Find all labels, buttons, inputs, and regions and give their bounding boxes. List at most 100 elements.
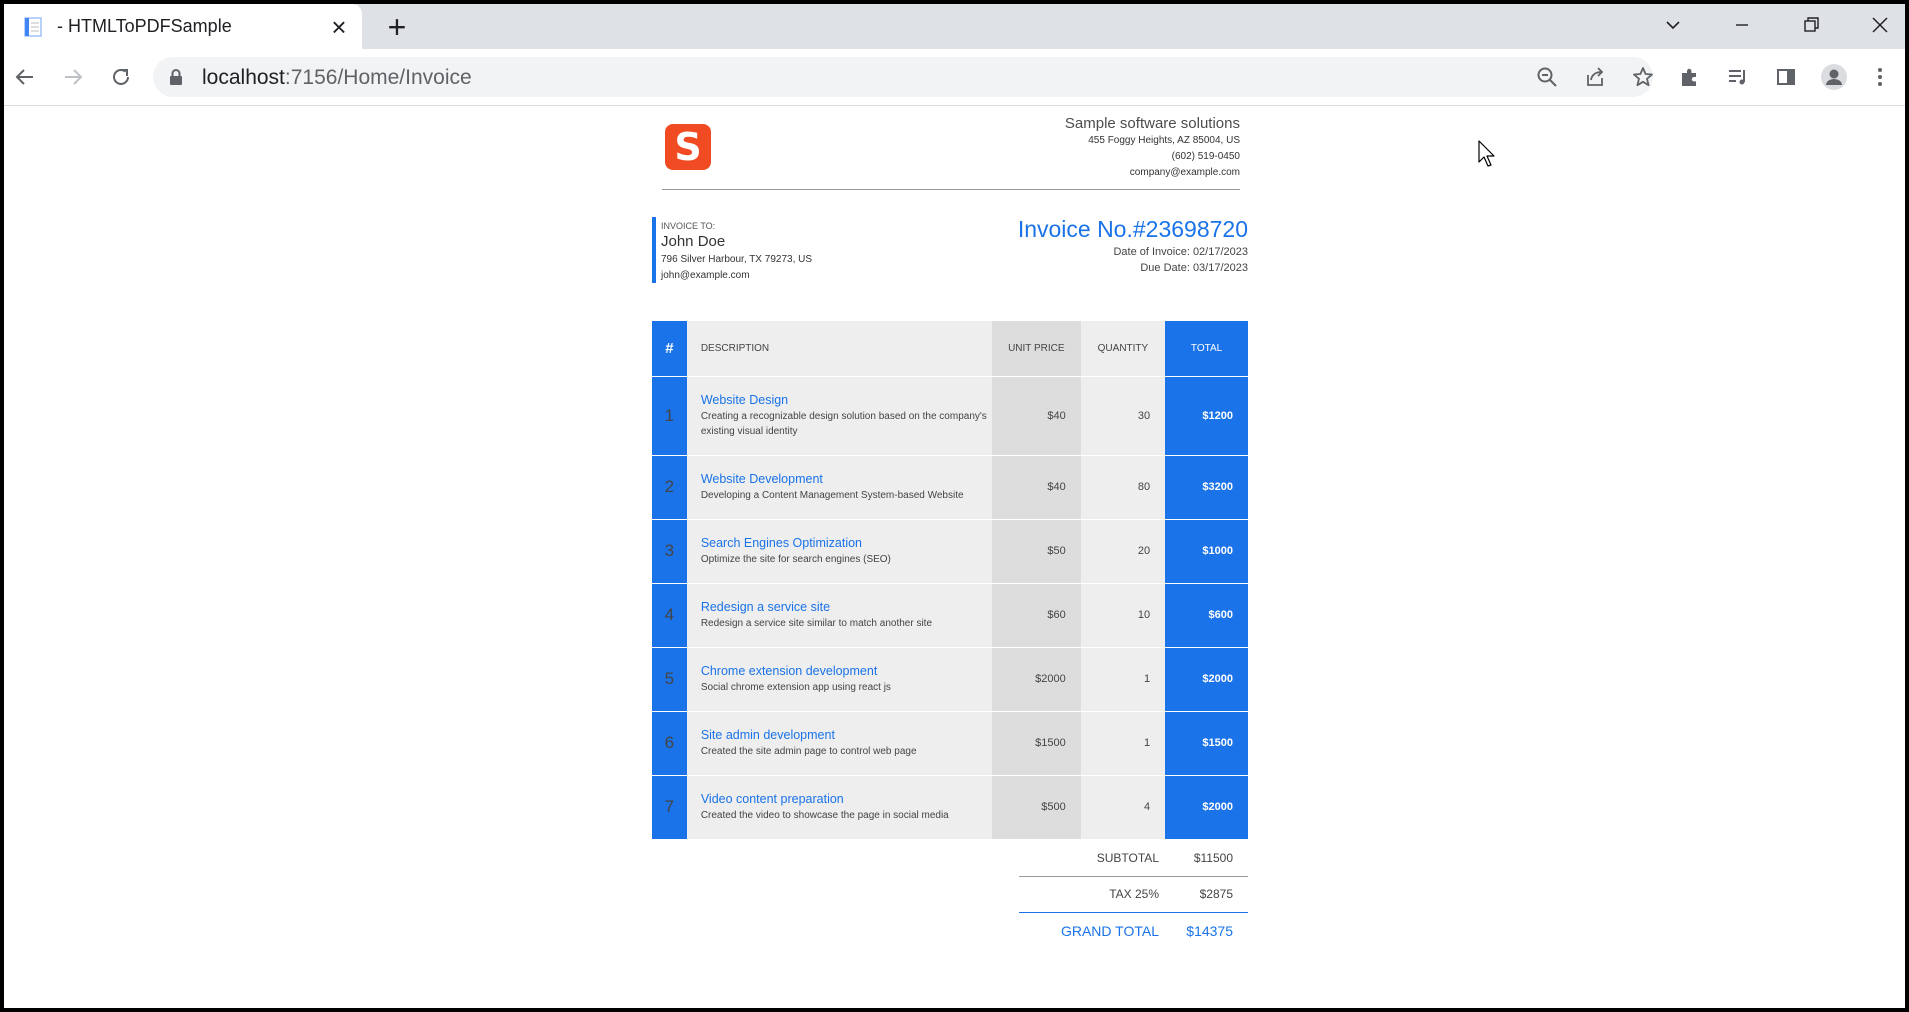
header-num: # xyxy=(652,321,687,377)
invoice-items-table: # DESCRIPTION UNIT PRICE QUANTITY TOTAL … xyxy=(652,321,1248,840)
client-address: 796 Silver Harbour, TX 79273, US xyxy=(661,254,813,265)
invoice-number: Invoice No.#23698720 xyxy=(1017,216,1248,242)
row-number: 3 xyxy=(652,519,687,584)
browser-window: - HTMLToPDFSample × + localhost:7156/Hom… xyxy=(4,4,1905,1008)
row-unit-price: $50 xyxy=(991,519,1081,584)
row-total: $1500 xyxy=(1165,711,1248,776)
invoice-meta: Invoice No.#23698720 Date of Invoice: 02… xyxy=(1018,214,1248,276)
row-total: $3200 xyxy=(1165,455,1248,520)
forward-arrow-icon[interactable] xyxy=(54,58,92,96)
table-row: 1 Website Design Creating a recognizable… xyxy=(652,376,1248,456)
row-unit-price: $1500 xyxy=(991,711,1081,776)
subtotal-label: SUBTOTAL xyxy=(1096,851,1159,865)
item-title: Website Development xyxy=(700,472,823,486)
invoice-date: Date of Invoice: 02/17/2023 xyxy=(1113,246,1248,258)
tab-search-icon[interactable] xyxy=(1638,4,1707,46)
row-total: $1200 xyxy=(1165,376,1248,456)
tab-title: - HTMLToPDFSample xyxy=(57,16,232,36)
table-row: 6 Site admin development Created the sit… xyxy=(652,711,1248,776)
item-title: Website Design xyxy=(700,393,789,407)
invoice: S Sample software solutions 455 Foggy He… xyxy=(652,106,1248,1006)
grand-total-row: GRAND TOTAL $14375 xyxy=(1019,913,1248,948)
row-description: Site admin development Created the site … xyxy=(686,711,992,776)
company-phone: (602) 519-0450 xyxy=(1171,151,1240,162)
row-description: Search Engines Optimization Optimize the… xyxy=(686,519,992,584)
row-number: 1 xyxy=(652,376,687,456)
table-header-row: # DESCRIPTION UNIT PRICE QUANTITY TOTAL xyxy=(652,321,1248,377)
row-unit-price: $500 xyxy=(991,775,1081,840)
row-number: 2 xyxy=(652,455,687,520)
row-quantity: 4 xyxy=(1080,775,1166,840)
header-description: DESCRIPTION xyxy=(686,321,992,377)
client-email: john@example.com xyxy=(661,270,750,281)
bill-to-label: INVOICE TO: xyxy=(661,221,716,231)
profile-avatar-icon[interactable] xyxy=(1815,58,1853,96)
row-description: Chrome extension development Social chro… xyxy=(686,647,992,712)
bookmark-star-icon[interactable] xyxy=(1624,58,1662,96)
company-logo: S xyxy=(665,124,711,170)
bill-to: INVOICE TO: John Doe 796 Silver Harbour,… xyxy=(652,217,812,283)
company-name: Sample software solutions xyxy=(1064,115,1240,132)
back-arrow-icon[interactable] xyxy=(6,58,44,96)
row-quantity: 20 xyxy=(1080,519,1166,584)
row-description: Video content preparation Created the vi… xyxy=(686,775,992,840)
side-panel-icon[interactable] xyxy=(1767,58,1805,96)
row-total: $1000 xyxy=(1165,519,1248,584)
browser-tab[interactable]: - HTMLToPDFSample × xyxy=(4,4,362,49)
row-number: 5 xyxy=(652,647,687,712)
due-date: Due Date: 03/17/2023 xyxy=(1140,262,1248,274)
subtotal-value: $11500 xyxy=(1193,851,1233,865)
item-desc: Developing a Content Management System-b… xyxy=(700,490,964,501)
table-row: 7 Video content preparation Created the … xyxy=(652,775,1248,840)
row-description: Redesign a service site Redesign a servi… xyxy=(686,583,992,648)
tab-close-icon[interactable]: × xyxy=(324,12,354,42)
item-title: Redesign a service site xyxy=(700,600,831,614)
row-number: 6 xyxy=(652,711,687,776)
item-desc: Optimize the site for search engines (SE… xyxy=(700,554,891,565)
url-host: localhost xyxy=(202,66,285,89)
extensions-puzzle-icon[interactable] xyxy=(1671,58,1709,96)
row-description: Website Development Developing a Content… xyxy=(686,455,992,520)
item-title: Chrome extension development xyxy=(700,664,878,678)
lock-icon[interactable] xyxy=(169,68,183,86)
tax-value: $2875 xyxy=(1199,887,1233,901)
header-total: TOTAL xyxy=(1165,321,1248,377)
header-quantity: QUANTITY xyxy=(1080,321,1166,377)
grand-total-value: $14375 xyxy=(1186,923,1233,939)
reload-icon[interactable] xyxy=(102,58,140,96)
new-tab-icon[interactable]: + xyxy=(379,11,415,43)
table-row: 4 Redesign a service site Redesign a ser… xyxy=(652,583,1248,648)
company-address: 455 Foggy Heights, AZ 85004, US xyxy=(1088,135,1240,146)
company-info: Sample software solutions 455 Foggy Heig… xyxy=(1065,115,1240,181)
zoom-out-icon[interactable] xyxy=(1528,58,1566,96)
minimize-icon[interactable] xyxy=(1707,4,1776,46)
row-unit-price: $40 xyxy=(991,455,1081,520)
invoice-totals: SUBTOTAL $11500 TAX 25% $2875 GRAND TOTA… xyxy=(1019,841,1248,948)
page-favicon-icon xyxy=(24,17,42,37)
company-email: company@example.com xyxy=(1129,167,1240,178)
item-desc: Creating a recognizable design solution … xyxy=(700,411,987,437)
row-total: $600 xyxy=(1165,583,1248,648)
row-quantity: 1 xyxy=(1080,711,1166,776)
item-title: Site admin development xyxy=(700,728,835,742)
restore-icon[interactable] xyxy=(1776,4,1845,46)
share-icon[interactable] xyxy=(1576,58,1614,96)
row-unit-price: $40 xyxy=(991,376,1081,456)
item-desc: Created the site admin page to control w… xyxy=(700,746,917,757)
row-total: $2000 xyxy=(1165,647,1248,712)
browser-toolbar: localhost:7156/Home/Invoice xyxy=(4,49,1905,106)
item-title: Search Engines Optimization xyxy=(700,536,863,550)
row-quantity: 30 xyxy=(1080,376,1166,456)
subtotal-row: SUBTOTAL $11500 xyxy=(1019,841,1248,877)
close-window-icon[interactable] xyxy=(1845,4,1905,46)
media-queue-icon[interactable] xyxy=(1719,58,1757,96)
table-row: 5 Chrome extension development Social ch… xyxy=(652,647,1248,712)
menu-more-icon[interactable] xyxy=(1861,58,1899,96)
row-description: Website Design Creating a recognizable d… xyxy=(686,376,992,456)
url-text[interactable]: localhost:7156/Home/Invoice xyxy=(202,66,472,90)
row-number: 4 xyxy=(652,583,687,648)
row-number: 7 xyxy=(652,775,687,840)
address-bar[interactable]: localhost:7156/Home/Invoice xyxy=(153,57,1653,97)
item-title: Video content preparation xyxy=(700,792,844,806)
mouse-cursor-icon xyxy=(1478,140,1495,167)
